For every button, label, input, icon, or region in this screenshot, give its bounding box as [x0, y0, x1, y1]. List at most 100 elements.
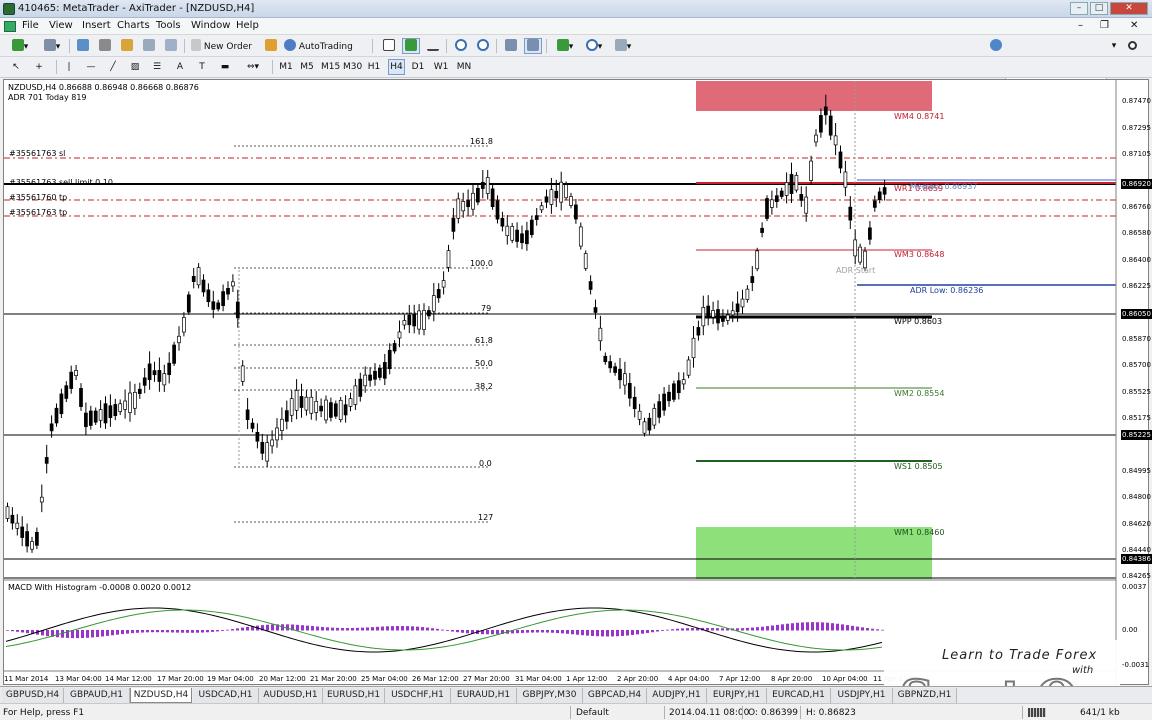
candle — [564, 184, 568, 199]
rectangle-tool[interactable]: ▬ — [216, 59, 234, 75]
tab-euraud-h1[interactable]: EURAUD,H1 — [451, 688, 517, 703]
indicators-button[interactable]: ▾ — [552, 38, 578, 54]
menu-help[interactable]: Help — [236, 20, 259, 31]
wm4-zone — [696, 81, 932, 111]
tf-w1[interactable]: W1 — [432, 59, 450, 75]
doc-close-icon[interactable]: ✕ — [1130, 20, 1138, 31]
minimize-button[interactable]: – — [1070, 2, 1088, 15]
menu-view[interactable]: View — [49, 20, 73, 31]
tab-eurusd-h1[interactable]: EURUSD,H1 — [323, 688, 385, 703]
navigator-button[interactable] — [118, 38, 136, 54]
periods-button[interactable]: ▾ — [581, 38, 607, 54]
tab-audusd-h1[interactable]: AUDUSD,H1 — [259, 688, 323, 703]
tab-nzdusd-h4[interactable]: NZDUSD,H4 — [130, 688, 192, 703]
menu-tools[interactable]: Tools — [156, 20, 181, 31]
metaeditor-button[interactable] — [262, 38, 280, 54]
settings-button[interactable] — [988, 38, 1004, 54]
tf-m5[interactable]: M5 — [298, 59, 316, 75]
menu-file[interactable]: File — [22, 20, 39, 31]
cursor-tool[interactable]: ↖ — [8, 59, 24, 75]
tf-d1[interactable]: D1 — [410, 59, 426, 75]
autotrading-icon — [284, 39, 296, 51]
new-order-button[interactable]: New Order — [190, 38, 260, 54]
candle — [696, 327, 701, 336]
doc-minimize-icon[interactable]: – — [1078, 20, 1083, 31]
autotrading-button[interactable]: AutoTrading — [283, 38, 358, 54]
tab-gbpnzd-h1[interactable]: GBPNZD,H1 — [893, 688, 957, 703]
tile-windows-button[interactable] — [502, 38, 520, 54]
text-tool[interactable]: A — [172, 59, 188, 75]
line-chart-button[interactable] — [424, 38, 442, 54]
chart-shift-button[interactable] — [524, 38, 542, 54]
fibonacci-tool[interactable]: ☰ — [148, 59, 166, 75]
price-tick: 0.84995 — [1122, 467, 1151, 475]
close-button[interactable]: ✕ — [1110, 2, 1148, 15]
wm2-label: WM2 0.8554 — [894, 389, 945, 398]
maximize-button[interactable]: □ — [1090, 2, 1108, 15]
candlesticks-button[interactable] — [402, 38, 420, 54]
macd-bar — [611, 630, 614, 637]
crosshair-tool[interactable]: + — [30, 59, 48, 75]
tab-eurjpy-h1[interactable]: EURJPY,H1 — [707, 688, 767, 703]
menu-insert[interactable]: Insert — [82, 20, 111, 31]
search-dropdown-button[interactable]: ▾ — [1108, 38, 1120, 54]
candle — [446, 250, 451, 268]
tab-gbpusd-h4[interactable]: GBPUSD,H4 — [2, 688, 64, 703]
terminal-button[interactable] — [140, 38, 158, 54]
tf-m15[interactable]: M15 — [320, 59, 340, 75]
tf-mn[interactable]: MN — [454, 59, 474, 75]
data-window-button[interactable] — [96, 38, 114, 54]
trendline-tool[interactable]: ╱ — [104, 59, 122, 75]
candle — [627, 383, 632, 399]
zoom-in-button[interactable] — [452, 38, 470, 54]
fibonacci-levels[interactable] — [234, 145, 489, 523]
candle — [324, 399, 328, 421]
market-watch-button[interactable] — [74, 38, 92, 54]
strategy-tester-button[interactable] — [162, 38, 180, 54]
tab-usdcad-h1[interactable]: USDCAD,H1 — [193, 688, 259, 703]
tab-usdjpy-h1[interactable]: USDJPY,H1 — [831, 688, 893, 703]
candle — [397, 331, 402, 339]
macd-bar — [876, 629, 879, 631]
menu-window[interactable]: Window — [191, 20, 230, 31]
equidistant-channel-tool[interactable]: ▨ — [126, 59, 144, 75]
macd-panel — [5, 607, 884, 653]
search-button[interactable] — [1124, 38, 1140, 54]
bar-chart-button[interactable] — [380, 38, 398, 54]
candle — [44, 457, 49, 464]
tab-usdchf-h1[interactable]: USDCHF,H1 — [385, 688, 451, 703]
time-tick: 19 Mar 04:00 — [207, 675, 254, 683]
doc-restore-icon[interactable]: ❐ — [1100, 20, 1109, 31]
chart-window[interactable]: NZDUSD,H4 0.86688 0.86948 0.86668 0.8687… — [3, 79, 1152, 720]
price-chart[interactable] — [4, 80, 1150, 686]
arrows-tool[interactable]: ⇔▾ — [240, 59, 266, 75]
macd-bar — [736, 628, 739, 631]
tf-m30[interactable]: M30 — [342, 59, 362, 75]
profiles-button[interactable]: ▾ — [38, 38, 66, 54]
tab-gbpaud-h1[interactable]: GBPAUD,H1 — [64, 688, 130, 703]
candle — [721, 315, 725, 322]
profiles-icon — [43, 39, 56, 51]
macd-bar — [871, 628, 874, 631]
macd-bar — [776, 624, 779, 631]
vertical-line-tool[interactable]: | — [62, 59, 76, 75]
candle — [250, 422, 255, 429]
templates-button[interactable]: ▾ — [610, 38, 636, 54]
zoom-out-button[interactable] — [474, 38, 492, 54]
candle — [632, 396, 637, 410]
tf-h1[interactable]: H1 — [366, 59, 382, 75]
new-chart-button[interactable]: ▾ — [6, 38, 34, 54]
tab-gbpcad-h4[interactable]: GBPCAD,H4 — [583, 688, 647, 703]
text-label-tool[interactable]: T — [194, 59, 210, 75]
tab-eurcad-h1[interactable]: EURCAD,H1 — [767, 688, 831, 703]
candle — [500, 217, 505, 227]
candle — [25, 531, 29, 547]
tab-gbpjpy-m30[interactable]: GBPJPY,M30 — [517, 688, 583, 703]
tab-audjpy-h1[interactable]: AUDJPY,H1 — [647, 688, 707, 703]
horizontal-line-tool[interactable]: — — [82, 59, 100, 75]
macd-bar — [806, 622, 809, 631]
tf-m1[interactable]: M1 — [278, 59, 294, 75]
tf-h4[interactable]: H4 — [388, 59, 405, 75]
time-tick: 13 Mar 04:00 — [55, 675, 102, 683]
menu-charts[interactable]: Charts — [117, 20, 150, 31]
